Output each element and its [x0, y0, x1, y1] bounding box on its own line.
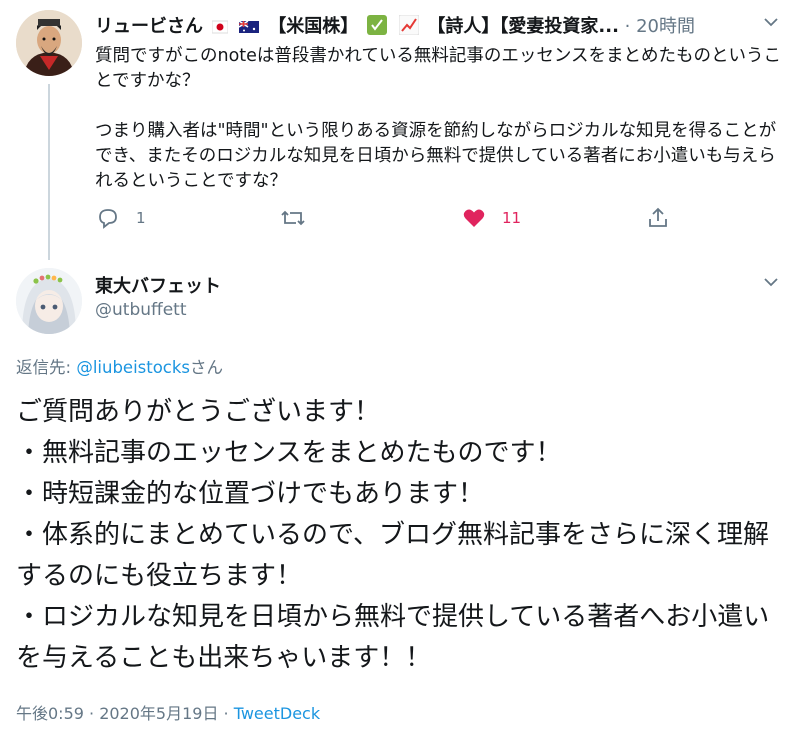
thread-line	[48, 84, 50, 260]
share-icon	[649, 207, 667, 227]
parent-tweet-text: 質問ですがこのnoteは普段書かれている無料記事のエッセンスをまとめたものという…	[95, 46, 782, 191]
chart-increasing-icon	[398, 14, 420, 38]
currency-exchange-icon	[366, 15, 387, 38]
author-handle[interactable]: @utbuffett	[95, 300, 187, 320]
japan-flag-icon	[211, 19, 229, 38]
reply-icon	[99, 209, 117, 229]
parent-timestamp[interactable]: 20時間	[636, 16, 695, 37]
reply-prefix: 返信先:	[16, 358, 77, 377]
avatar-portrait	[16, 10, 82, 76]
reply-count: 1	[136, 209, 146, 227]
tweet-source-link[interactable]: TweetDeck	[234, 704, 320, 723]
parent-name-suffix-2: 【詩人】【愛妻投資家...	[427, 16, 619, 37]
avatar[interactable]	[16, 268, 82, 334]
retweet-button[interactable]	[280, 206, 306, 230]
meta-separator: ·	[218, 704, 234, 723]
chevron-down-icon[interactable]	[762, 12, 780, 36]
main-tweet-text: ご質問ありがとうございます！ ・無料記事のエッセンスをまとめたものです！ ・時短…	[16, 397, 770, 673]
parent-display-name[interactable]: リュービさん	[95, 16, 203, 37]
tweet-timestamp[interactable]: 午後0:59 · 2020年5月19日	[16, 704, 218, 723]
like-button[interactable]: 11	[462, 206, 521, 230]
parent-author-row: リュービさん 【米国株】 【詩人】【愛妻投資家... · 20時間	[95, 12, 765, 38]
reply-button[interactable]: 1	[96, 206, 146, 230]
parent-time-sep: ·	[624, 16, 637, 37]
author-display-name[interactable]: 東大バフェット	[95, 272, 221, 298]
share-button[interactable]	[646, 206, 670, 230]
retweet-icon	[281, 210, 305, 226]
like-icon	[463, 209, 485, 227]
australia-flag-icon	[239, 19, 260, 38]
parent-name-suffix: 【米国株】	[268, 16, 359, 37]
tweet-meta: 午後0:59 · 2020年5月19日 · TweetDeck	[16, 700, 320, 724]
reply-context: 返信先: @liubeistocksさん	[16, 354, 223, 378]
like-count: 11	[502, 209, 522, 227]
avatar[interactable]	[16, 10, 82, 76]
reply-suffix: さん	[190, 358, 224, 377]
reply-mention-link[interactable]: @liubeistocks	[76, 358, 190, 377]
avatar-portrait	[16, 268, 82, 334]
chevron-down-icon[interactable]	[762, 272, 780, 296]
